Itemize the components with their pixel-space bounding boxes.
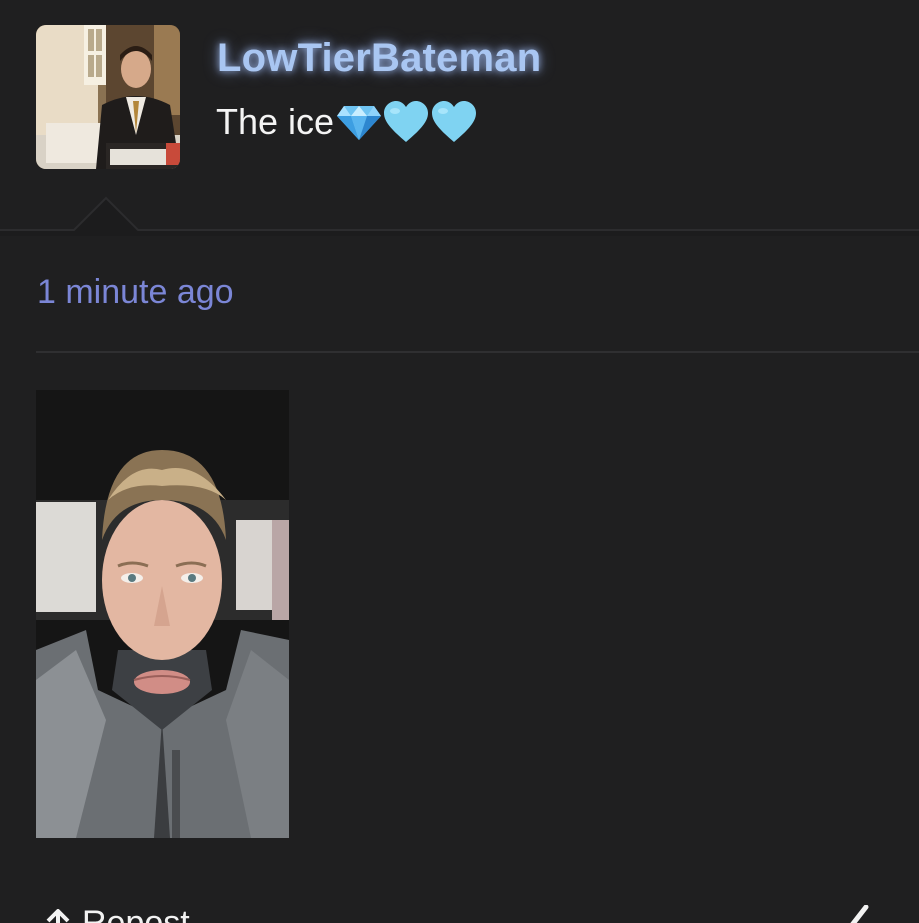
header-divider <box>0 196 919 236</box>
avatar[interactable] <box>36 25 180 169</box>
photo-image <box>36 390 289 838</box>
gem-icon <box>337 106 382 140</box>
avatar-image <box>36 25 180 169</box>
username[interactable]: LowTierBateman <box>217 36 541 81</box>
timestamp: 1 minute ago <box>37 273 234 311</box>
light-blue-heart-icon <box>432 101 477 142</box>
separator <box>36 351 919 353</box>
emoji-row <box>336 100 478 144</box>
post-view: LowTierBateman The ice 1 minute ago Repo… <box>0 0 919 923</box>
light-blue-heart-icon <box>384 101 429 142</box>
repost-label: Repost <box>82 904 190 923</box>
repost-icon <box>46 908 70 923</box>
post-text-content: The ice <box>216 101 335 142</box>
like-icon[interactable] <box>848 905 878 923</box>
repost-button[interactable]: Repost <box>44 904 190 923</box>
post-text: The ice <box>216 100 478 144</box>
post-photo[interactable] <box>36 390 289 838</box>
